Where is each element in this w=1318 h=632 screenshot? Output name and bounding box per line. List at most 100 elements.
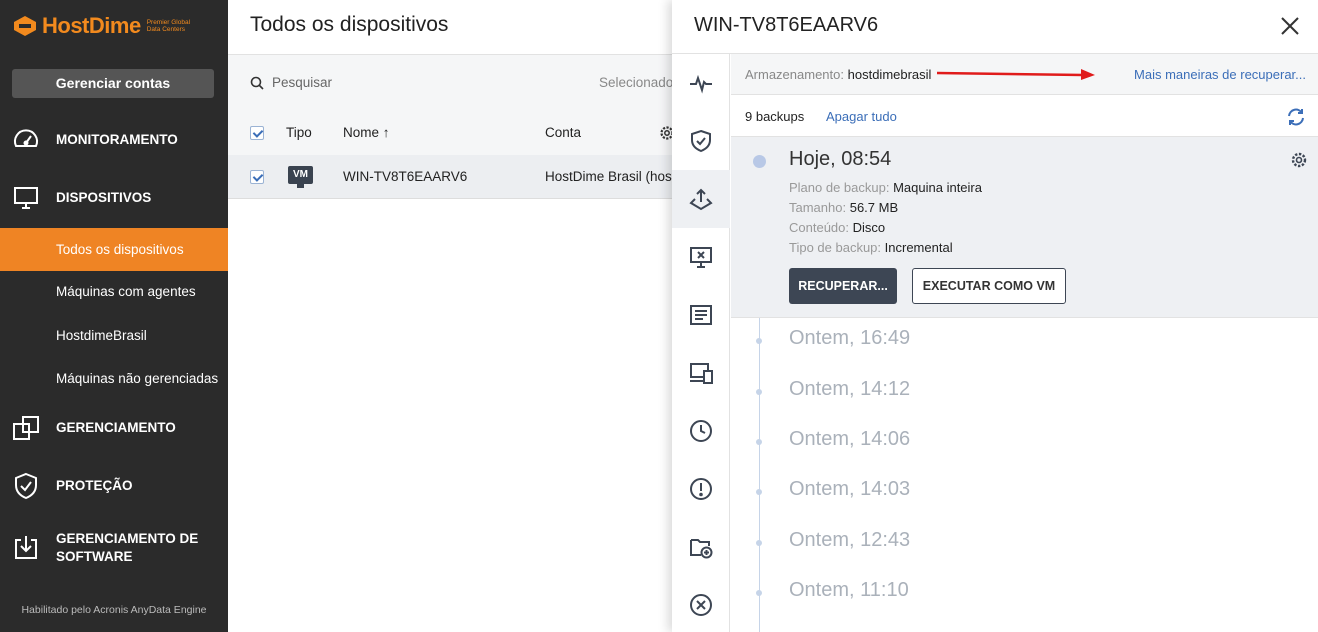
storage-field[interactable]: Armazenamento: hostdimebrasil xyxy=(745,67,931,82)
folder-add-icon[interactable] xyxy=(672,518,730,576)
backup-time: Ontem, 16:49 xyxy=(789,327,911,349)
detail-size: Tamanho: 56.7 MB xyxy=(789,200,898,215)
refresh-icon[interactable] xyxy=(1286,107,1306,127)
detail-label: Tamanho: xyxy=(789,200,847,215)
backup-entry[interactable]: Ontem, 14:03 xyxy=(731,469,1318,519)
detail-value: Disco xyxy=(852,220,886,235)
backup-time: Ontem, 14:03 xyxy=(789,478,911,500)
column-type[interactable]: Tipo xyxy=(286,111,312,155)
sub-item-unmanaged-machines[interactable]: Máquinas não gerenciadas xyxy=(0,357,228,400)
panel-icon-rail xyxy=(672,54,730,632)
backup-time: Ontem, 14:06 xyxy=(789,428,911,450)
nav-label: PROTEÇÃO xyxy=(56,478,133,493)
run-as-vm-button[interactable]: EXECUTAR COMO VM xyxy=(912,268,1066,304)
nav-software-management[interactable]: GERENCIAMENTO DE SOFTWARE xyxy=(0,530,228,566)
nav-label: MONITORAMENTO xyxy=(56,132,178,147)
nav-devices[interactable]: DISPOSITIVOS xyxy=(0,184,228,212)
row-account: HostDime Brasil (host xyxy=(545,169,676,184)
detail-label: Conteúdo: xyxy=(789,220,849,235)
timeline-dot xyxy=(756,489,762,495)
backup-time: Ontem, 14:12 xyxy=(789,378,911,400)
backup-entry-selected[interactable]: Hoje, 08:54 Plano de backup: Maquina int… xyxy=(731,137,1318,318)
timeline-dot xyxy=(756,389,762,395)
sub-item-all-devices[interactable]: Todos os dispositivos xyxy=(0,228,228,271)
detail-type: Tipo de backup: Incremental xyxy=(789,240,953,255)
backup-count: 9 backups xyxy=(745,109,805,124)
detail-value: Incremental xyxy=(884,240,953,255)
sub-item-machines-with-agents[interactable]: Máquinas com agentes xyxy=(0,270,228,313)
manage-accounts-button[interactable]: Gerenciar contas xyxy=(12,69,214,98)
backup-time: Hoje, 08:54 xyxy=(789,148,892,170)
table-header: Tipo Nome ↑ Conta xyxy=(228,111,674,155)
detail-label: Tipo de backup: xyxy=(789,240,882,255)
backup-entry[interactable]: Ontem, 14:06 xyxy=(731,419,1318,469)
sub-item-hostdimebrasil[interactable]: HostdimeBrasil xyxy=(0,314,228,357)
timeline-dot xyxy=(756,439,762,445)
search-icon xyxy=(250,76,264,90)
column-name[interactable]: Nome ↑ xyxy=(343,111,390,155)
detail-plan: Plano de backup: Maquina inteira xyxy=(789,180,982,195)
recover-button[interactable]: RECUPERAR... xyxy=(789,268,897,304)
vm-icon: VM xyxy=(288,166,313,184)
detail-content: Conteúdo: Disco xyxy=(789,220,885,235)
close-circle-icon[interactable] xyxy=(672,576,730,632)
selected-label: Selecionado: xyxy=(599,75,678,90)
shield-icon xyxy=(12,472,40,500)
recovery-icon[interactable] xyxy=(672,170,730,228)
close-icon[interactable] xyxy=(1280,16,1300,36)
brand-tagline: Premier Global Data Centers xyxy=(146,19,191,33)
storage-label: Armazenamento: xyxy=(745,67,844,82)
backups-content: Armazenamento: hostdimebrasil Mais manei… xyxy=(731,54,1318,632)
alert-icon[interactable] xyxy=(672,460,730,518)
select-all-checkbox[interactable] xyxy=(250,126,264,140)
timeline-dot xyxy=(753,155,766,168)
sidebar: HostDime Premier Global Data Centers Ger… xyxy=(0,0,228,632)
nav-monitoring[interactable]: MONITORAMENTO xyxy=(0,126,228,154)
more-recovery-options-link[interactable]: Mais maneiras de recuperar... xyxy=(1134,67,1306,82)
storage-value: hostdimebrasil xyxy=(847,67,932,82)
overlap-squares-icon xyxy=(12,414,40,442)
search-placeholder: Pesquisar xyxy=(272,75,333,90)
timeline-dot xyxy=(756,540,762,546)
backup-time: Ontem, 12:43 xyxy=(789,529,911,551)
table-row[interactable]: VM WIN-TV8T6EAARV6 HostDime Brasil (host xyxy=(228,155,676,199)
panel-header: WIN-TV8T6EAARV6 xyxy=(672,0,1318,54)
nav-management[interactable]: GERENCIAMENTO xyxy=(0,414,228,442)
gauge-icon xyxy=(12,126,40,154)
logo[interactable]: HostDime Premier Global Data Centers xyxy=(12,12,199,40)
backups-bar: 9 backups Apagar tudo xyxy=(731,95,1318,137)
monitor-icon xyxy=(12,184,40,212)
activity-icon[interactable] xyxy=(672,54,730,112)
clock-icon[interactable] xyxy=(672,402,730,460)
backup-entry[interactable]: Ontem, 12:43 xyxy=(731,520,1318,570)
list-toolbar: Pesquisar Selecionado: xyxy=(228,55,677,111)
backup-entry[interactable]: Ontem, 16:49 xyxy=(731,318,1318,368)
backup-entry[interactable]: Ontem, 14:12 xyxy=(731,369,1318,419)
delete-all-link[interactable]: Apagar tudo xyxy=(826,109,897,124)
brand-name: HostDime xyxy=(42,13,141,38)
panel-title: WIN-TV8T6EAARV6 xyxy=(694,14,879,36)
annotation-arrow-icon xyxy=(936,69,1095,80)
timeline-dot xyxy=(756,338,762,344)
row-checkbox[interactable] xyxy=(250,170,264,184)
nav-label: GERENCIAMENTO xyxy=(56,420,176,435)
remote-desktop-icon[interactable] xyxy=(672,228,730,286)
column-account[interactable]: Conta xyxy=(545,111,581,155)
vm-icon-stand xyxy=(297,184,304,188)
search-input[interactable]: Pesquisar xyxy=(250,75,332,90)
devices-icon[interactable] xyxy=(672,344,730,402)
devices-list: Todos os dispositivos Pesquisar Selecion… xyxy=(228,0,677,632)
detail-value: 56.7 MB xyxy=(849,200,899,215)
nav-label: GERENCIAMENTO DE SOFTWARE xyxy=(56,531,199,564)
page-title: Todos os dispositivos xyxy=(228,0,672,55)
nav-label: DISPOSITIVOS xyxy=(56,190,152,205)
row-name: WIN-TV8T6EAARV6 xyxy=(343,169,468,184)
timeline-dot xyxy=(756,590,762,596)
shield-check-icon[interactable] xyxy=(672,112,730,170)
gear-icon[interactable] xyxy=(1290,151,1308,169)
powered-by-text: Habilitado pelo Acronis AnyData Engine xyxy=(21,604,207,616)
backup-entry[interactable]: Ontem, 11:10 xyxy=(731,570,1318,620)
report-icon[interactable] xyxy=(672,286,730,344)
detail-value: Maquina inteira xyxy=(893,180,982,195)
nav-protection[interactable]: PROTEÇÃO xyxy=(0,472,228,500)
